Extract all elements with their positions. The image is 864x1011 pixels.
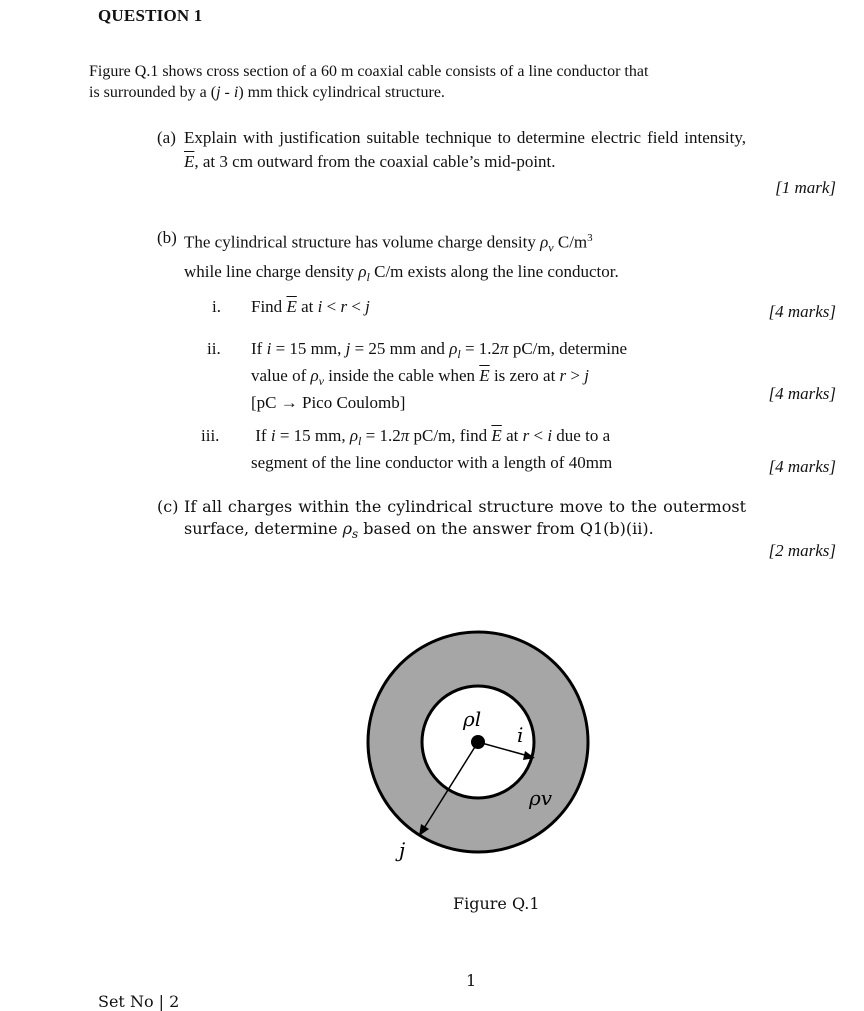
part-b-ii-marks: [4 marks] (768, 384, 836, 403)
part-b-text: The cylindrical structure has volume cha… (184, 232, 619, 284)
part-c-text: If all charges within the cylindrical st… (184, 497, 746, 541)
part-b-iii-text: If i = 15 mm, ρl = 1.2π pC/m, find E at … (251, 426, 613, 472)
coaxial-cable-figure: ρl i ρv j (366, 630, 590, 862)
part-b-i-label: i. (212, 297, 221, 316)
intro-line-2: is surrounded by a (j - i) mm thick cyli… (89, 84, 445, 101)
part-b-iii-marks: [4 marks] (768, 457, 836, 476)
question-title: QUESTION 1 (98, 6, 203, 25)
part-b-iii: iii. If i = 15 mm, ρl = 1.2π pC/m, find … (201, 425, 747, 474)
part-c-label: (c) (157, 497, 179, 516)
part-b: (b) The cylindrical structure has volume… (157, 226, 747, 289)
label-j: j (395, 838, 405, 862)
part-b-ii: ii. If i = 15 mm, j = 25 mm and ρl = 1.2… (207, 338, 747, 414)
label-rho-v: ρv (528, 786, 553, 810)
part-b-i-text: Find E at i < r < j (251, 297, 370, 316)
label-i: i (517, 723, 523, 747)
part-a-marks: [1 mark] (775, 178, 836, 197)
part-a-label: (a) (157, 128, 176, 147)
part-b-iii-label: iii. (201, 426, 220, 445)
part-b-ii-text: If i = 15 mm, j = 25 mm and ρl = 1.2π pC… (251, 339, 628, 412)
intro-line-1: Figure Q.1 shows cross section of a 60 m… (89, 63, 649, 80)
label-rho-l: ρl (462, 707, 481, 731)
part-a: (a) Explain with justification suitable … (157, 126, 747, 174)
part-b-label: (b) (157, 228, 177, 247)
set-number: Set No | 2 (98, 992, 180, 1011)
question-intro: Figure Q.1 shows cross section of a 60 m… (89, 61, 859, 103)
part-b-i-marks: [4 marks] (768, 302, 836, 321)
part-c: (c) If all charges within the cylindrica… (157, 496, 747, 545)
part-a-text: Explain with justification suitable tech… (184, 128, 746, 171)
part-c-marks: [2 marks] (768, 541, 836, 560)
figure-caption: Figure Q.1 (453, 894, 540, 913)
page-number: 1 (466, 971, 477, 990)
part-b-ii-label: ii. (207, 339, 221, 358)
part-b-i: i. Find E at i < r < j (212, 295, 370, 319)
